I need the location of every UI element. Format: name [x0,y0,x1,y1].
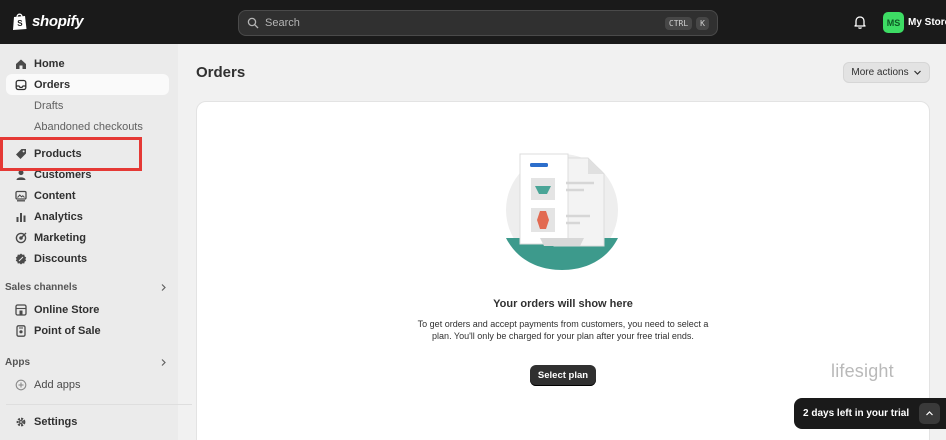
page-title: Orders [196,64,246,81]
chevron-right-icon [161,284,166,291]
sidebar-item-customers[interactable]: Customers [6,164,169,185]
pos-icon [16,324,26,337]
chevron-up-icon [926,411,933,416]
apps-label: Apps [5,357,30,368]
sidebar-item-analytics[interactable]: Analytics [6,206,169,227]
store-menu[interactable]: MS My Store [883,12,946,33]
sidebar-item-label: Products [34,147,82,160]
sidebar-item-add-apps[interactable]: Add apps [6,374,169,395]
bell-icon[interactable] [852,14,868,30]
sales-channels-header[interactable]: Sales channels [5,282,168,293]
empty-state-description: To get orders and accept payments from c… [417,319,709,341]
content-icon [15,190,27,201]
more-actions-label: More actions [851,67,909,78]
sidebar-item-label: Point of Sale [34,324,101,337]
sidebar-item-content[interactable]: Content [6,185,169,206]
shortcut-key-k: K [696,16,709,30]
sidebar-item-label: Home [34,57,65,70]
trial-banner[interactable]: 2 days left in your trial [794,398,946,429]
top-bar: S shopify Search CTRL K MS My Store [0,0,946,44]
sales-channels-label: Sales channels [5,282,78,293]
sidebar-item-label: Drafts [34,99,64,112]
chevron-down-icon [913,70,921,75]
add-circle-icon [15,379,27,390]
apps-header[interactable]: Apps [5,357,168,368]
search-icon [247,17,259,29]
sidebar-item-point-of-sale[interactable]: Point of Sale [6,320,169,341]
more-actions-button[interactable]: More actions [843,62,930,83]
gear-icon [16,417,26,426]
trial-banner-text: 2 days left in your trial [803,408,910,419]
empty-state-heading: Your orders will show here [493,298,633,310]
sidebar-item-label: Online Store [34,303,100,316]
sidebar-item-label: Orders [34,78,71,91]
store-icon [15,303,27,316]
avatar: MS [883,12,904,33]
empty-orders-illustration [506,153,618,270]
trial-expand-button[interactable] [919,403,940,424]
shopify-logo[interactable]: S shopify [12,12,84,31]
sidebar-item-label: Add apps [34,378,81,391]
sidebar-item-abandoned-checkouts[interactable]: Abandoned checkouts [6,116,169,137]
tag-icon [16,148,26,159]
select-plan-button[interactable]: Select plan [530,365,596,386]
svg-text:S: S [17,19,23,28]
chevron-right-icon [161,359,166,366]
person-icon [16,169,26,180]
search-placeholder: Search [265,17,300,29]
sidebar-item-settings[interactable]: Settings [6,411,169,432]
sidebar-item-online-store[interactable]: Online Store [6,299,169,320]
sidebar-item-label: Customers [34,168,92,181]
brand-name: shopify [32,13,84,30]
sidebar-divider [6,404,192,405]
shortcut-key-ctrl: CTRL [664,16,693,30]
search-input[interactable]: Search CTRL K [238,10,718,36]
store-name: My Store [908,17,946,28]
sidebar-item-label: Marketing [34,231,86,244]
shopify-bag-icon: S [13,13,27,30]
bar-chart-icon [16,212,26,222]
home-icon [16,59,26,69]
sidebar-item-label: Settings [34,415,78,428]
sidebar-item-label: Discounts [34,252,88,265]
sidebar-item-home[interactable]: Home [6,53,169,74]
sidebar-item-orders[interactable]: Orders [6,74,169,95]
discount-icon [15,253,27,264]
watermark-logo: lifesight [831,361,894,381]
sidebar-item-discounts[interactable]: Discounts [6,248,169,269]
sidebar-item-products[interactable]: Products [6,143,169,164]
sidebar-item-label: Abandoned checkouts [34,120,143,133]
target-icon [15,232,27,243]
sidebar-item-label: Content [34,189,76,202]
sidebar-item-marketing[interactable]: Marketing [6,227,169,248]
sidebar-item-label: Analytics [34,210,83,223]
inbox-icon [15,79,27,90]
sidebar-item-drafts[interactable]: Drafts [6,95,169,116]
